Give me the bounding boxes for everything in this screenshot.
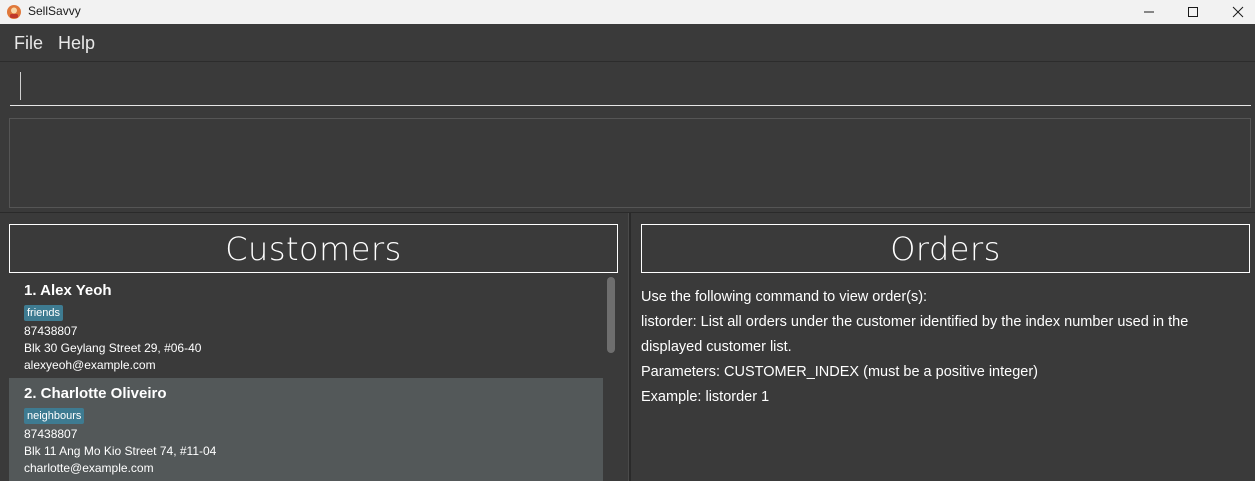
minimize-icon	[1144, 11, 1154, 13]
orders-help-line: Use the following command to view order(…	[641, 289, 928, 305]
menu-help[interactable]: Help	[58, 33, 95, 54]
command-box	[0, 62, 1255, 112]
customer-card-selected[interactable]: 2. Charlotte Oliveiro neighbours 8743880…	[9, 378, 603, 481]
customer-email: charlotte@example.com	[24, 461, 154, 475]
customers-header: Customers	[9, 224, 618, 273]
scrollbar[interactable]	[604, 275, 618, 481]
customer-email: alexyeoh@example.com	[24, 358, 156, 372]
close-icon	[1232, 6, 1244, 18]
title-bar: SellSavvy	[0, 0, 1255, 24]
orders-panel: Orders Use the following command to view…	[631, 213, 1255, 481]
orders-header: Orders	[641, 224, 1250, 273]
maximize-button[interactable]	[1170, 0, 1216, 24]
close-button[interactable]	[1215, 0, 1255, 24]
menu-bar: File Help	[0, 24, 1255, 62]
customer-name: 1. Alex Yeoh	[24, 282, 112, 299]
customer-address: Blk 11 Ang Mo Kio Street 74, #11-04	[24, 444, 217, 458]
scrollbar-thumb[interactable]	[607, 277, 615, 353]
customer-tag: friends	[24, 305, 64, 321]
app-logo-icon	[7, 5, 21, 19]
result-display	[9, 118, 1251, 208]
window-title: SellSavvy	[28, 4, 81, 18]
orders-help-line: listorder: List all orders under the cus…	[641, 314, 1189, 355]
command-input[interactable]	[10, 68, 1251, 106]
customer-tag: neighbours	[24, 408, 85, 424]
customer-phone: 87438807	[24, 427, 78, 441]
customer-address: Blk 30 Geylang Street 29, #06-40	[24, 341, 202, 355]
orders-help-line: Parameters: CUSTOMER_INDEX (must be a po…	[641, 364, 1039, 380]
menu-file[interactable]: File	[14, 33, 43, 54]
customer-list[interactable]: 1. Alex Yeoh friends 87438807 Blk 30 Gey…	[9, 275, 618, 481]
customer-card[interactable]: 1. Alex Yeoh friends 87438807 Blk 30 Gey…	[9, 275, 603, 380]
customer-phone: 87438807	[24, 324, 78, 338]
customers-panel: Customers 1. Alex Yeoh friends 87438807 …	[0, 213, 628, 481]
orders-help-text: Use the following command to view order(…	[641, 285, 1241, 410]
customer-name: 2. Charlotte Oliveiro	[24, 385, 167, 402]
maximize-icon	[1188, 7, 1198, 17]
orders-help-line: Example: listorder 1	[641, 389, 770, 405]
text-caret	[20, 72, 21, 100]
minimize-button[interactable]	[1126, 0, 1172, 24]
